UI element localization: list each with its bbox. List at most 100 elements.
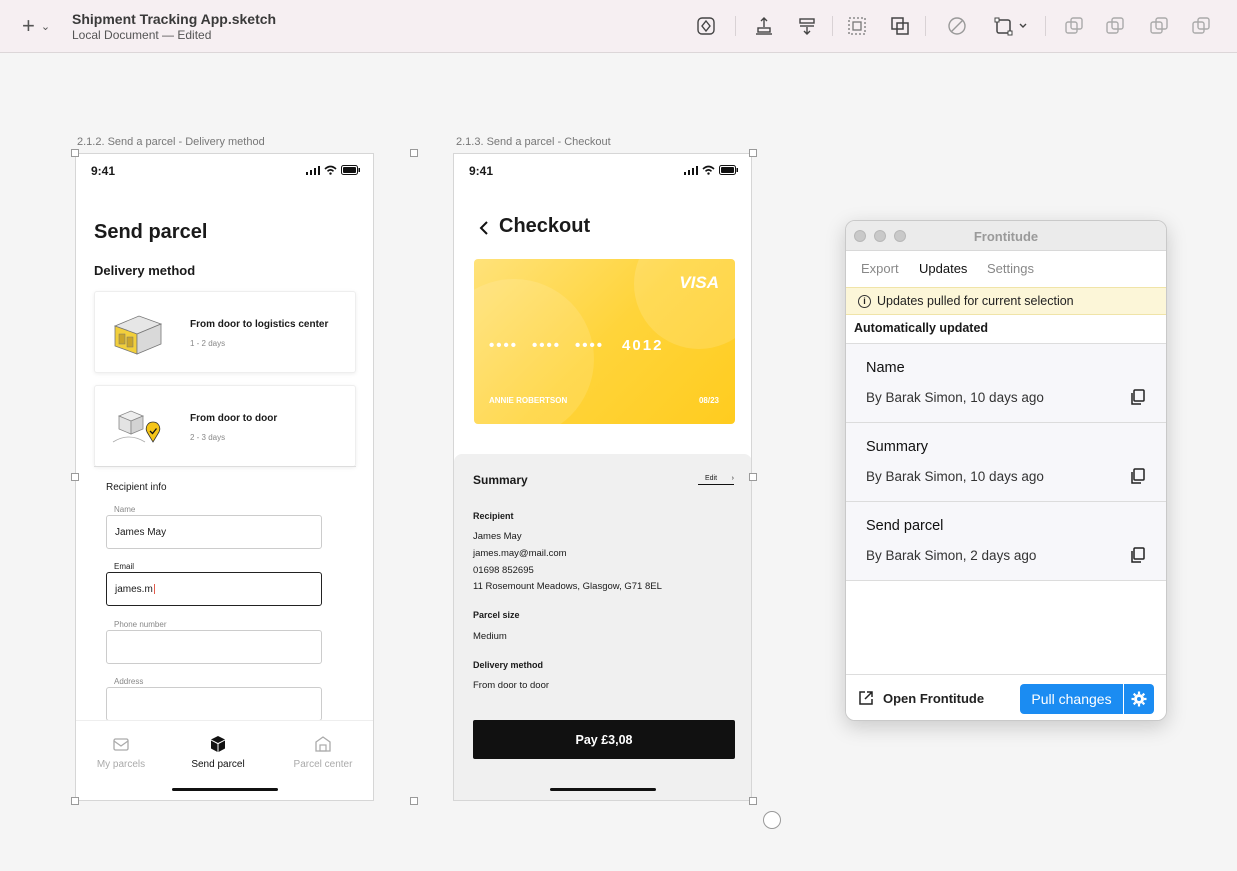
delivery-option-logistics[interactable]: From door to logistics center 1 - 2 days — [94, 291, 356, 373]
selection-handle[interactable] — [410, 149, 418, 157]
chevron-down-icon: ⌄ — [40, 20, 51, 33]
section-heading: Automatically updated — [854, 321, 989, 335]
resize-icon[interactable] — [994, 15, 1030, 37]
item-meta: By Barak Simon, 10 days ago — [866, 469, 1044, 484]
updates-notice: i Updates pulled for current selection — [846, 287, 1166, 315]
page-title: Checkout — [499, 215, 591, 237]
summary-title: Summary — [473, 473, 528, 487]
parcel-size-heading: Parcel size — [473, 610, 520, 620]
subtract-icon[interactable] — [1104, 15, 1126, 37]
recipient-address: 11 Rosemount Meadows, Glasgow, G71 8EL — [473, 581, 662, 592]
status-time: 9:41 — [469, 164, 494, 178]
intersect-icon[interactable] — [1148, 15, 1170, 37]
card-holder: ANNIE ROBERTSON — [489, 396, 568, 405]
group-icon[interactable] — [846, 15, 868, 37]
settings-button[interactable] — [1124, 684, 1154, 714]
option-duration: 2 - 3 days — [190, 433, 226, 442]
tab-send-parcel[interactable]: Send parcel — [173, 735, 263, 770]
copy-icon[interactable] — [1130, 389, 1146, 405]
item-name: Name — [866, 360, 905, 376]
pull-changes-button[interactable]: Pull changes — [1020, 684, 1123, 714]
wifi-icon — [702, 165, 715, 175]
phone-field[interactable] — [106, 630, 322, 664]
open-frontitude-label: Open Frontitude — [883, 690, 985, 706]
selection-handle[interactable] — [749, 797, 757, 805]
panel-tabs: Export Updates Settings — [846, 251, 1166, 287]
toolbar: + ⌄ Shipment Tracking App.sketch Local Do… — [0, 0, 1237, 53]
tab-export[interactable]: Export — [861, 261, 899, 276]
gear-icon — [1131, 691, 1147, 707]
send-backward-icon[interactable] — [796, 15, 818, 37]
artboard-label[interactable]: 2.1.3. Send a parcel - Checkout — [456, 136, 611, 148]
signal-icon — [306, 165, 320, 175]
union-icon[interactable] — [1063, 15, 1085, 37]
item-meta: By Barak Simon, 2 days ago — [866, 548, 1037, 563]
name-field[interactable]: James May — [106, 515, 322, 549]
selection-handle[interactable] — [71, 797, 79, 805]
delivery-method-heading: Delivery method — [473, 660, 544, 670]
pay-button[interactable]: Pay £3,08 — [473, 720, 735, 759]
tab-parcel-center[interactable]: Parcel center — [278, 735, 368, 770]
recipient-info-form: Recipient info Name James May Email jame… — [94, 466, 356, 726]
align-bottom-icon[interactable] — [753, 15, 775, 37]
chevron-right-icon: › — [731, 475, 734, 482]
text-cursor — [153, 584, 155, 595]
external-link-icon — [859, 691, 873, 705]
ungroup-icon[interactable] — [889, 15, 911, 37]
warehouse-icon — [315, 736, 331, 752]
box-icon — [211, 736, 225, 752]
logistics-center-illustration — [113, 315, 163, 355]
option-title: From door to door — [190, 413, 278, 424]
back-arrow-icon[interactable] — [478, 220, 490, 236]
copy-icon[interactable] — [1130, 468, 1146, 484]
status-icons — [684, 165, 739, 175]
artboard-label[interactable]: 2.1.2. Send a parcel - Delivery method — [77, 136, 265, 148]
edit-link[interactable]: Edit › — [698, 475, 734, 485]
artboard-delivery-method[interactable]: 9:41 Send parcel Delivery method From do… — [75, 153, 374, 801]
mask-icon[interactable] — [946, 15, 968, 37]
tab-my-parcels[interactable]: My parcels — [76, 735, 166, 770]
delivery-method-value: From door to door — [473, 680, 550, 691]
credit-card[interactable]: VISA •••• •••• •••• 4012 ANNIE ROBERTSON 08… — [474, 259, 735, 424]
panel-titlebar[interactable]: Frontitude — [846, 221, 1166, 251]
selection-handle[interactable] — [410, 797, 418, 805]
info-icon: i — [858, 294, 871, 308]
email-label: Email — [114, 562, 135, 571]
recipient-phone: 01698 852695 — [473, 565, 534, 576]
copy-icon[interactable] — [1130, 547, 1146, 563]
battery-icon — [719, 165, 738, 175]
address-field[interactable] — [106, 687, 322, 721]
selection-handle[interactable] — [749, 149, 757, 157]
list-item[interactable]: Send parcel By Barak Simon, 2 days ago — [846, 502, 1166, 581]
email-value: james.m — [115, 584, 153, 595]
phone-label: Phone number — [114, 620, 167, 629]
selection-handle[interactable] — [749, 473, 757, 481]
list-item[interactable]: Summary By Barak Simon, 10 days ago — [846, 423, 1166, 502]
document-title: Shipment Tracking App.sketch — [72, 11, 277, 27]
card-number: •••• •••• •••• 4012 — [489, 337, 664, 354]
update-list: Name By Barak Simon, 10 days ago Summary… — [846, 343, 1166, 581]
selection-handle[interactable] — [71, 473, 79, 481]
tab-updates[interactable]: Updates — [919, 261, 967, 276]
symbol-icon[interactable] — [695, 15, 717, 37]
difference-icon[interactable] — [1190, 15, 1212, 37]
tab-settings[interactable]: Settings — [987, 261, 1034, 276]
list-item[interactable]: Name By Barak Simon, 10 days ago — [846, 344, 1166, 423]
tab-label: Send parcel — [191, 759, 245, 770]
resize-handle-icon[interactable] — [763, 811, 781, 829]
email-field[interactable]: james.m — [106, 572, 322, 606]
delivery-option-door[interactable]: From door to door 2 - 3 days — [94, 385, 356, 467]
name-label: Name — [114, 505, 136, 514]
wifi-icon — [324, 165, 337, 175]
section-title: Delivery method — [94, 263, 196, 278]
recipient-heading: Recipient — [473, 511, 514, 521]
open-frontitude-link[interactable]: Open Frontitude — [858, 690, 984, 706]
selection-handle[interactable] — [71, 149, 79, 157]
notice-text: Updates pulled for current selection — [877, 294, 1074, 308]
tab-label: My parcels — [96, 759, 146, 770]
envelope-icon — [113, 738, 129, 751]
signal-icon — [684, 165, 698, 175]
insert-button[interactable]: + ⌄ — [22, 13, 62, 38]
item-name: Send parcel — [866, 518, 944, 534]
artboard-checkout[interactable]: 9:41 Checkout VISA •••• •••• •••• 4012 ANNI… — [453, 153, 752, 801]
